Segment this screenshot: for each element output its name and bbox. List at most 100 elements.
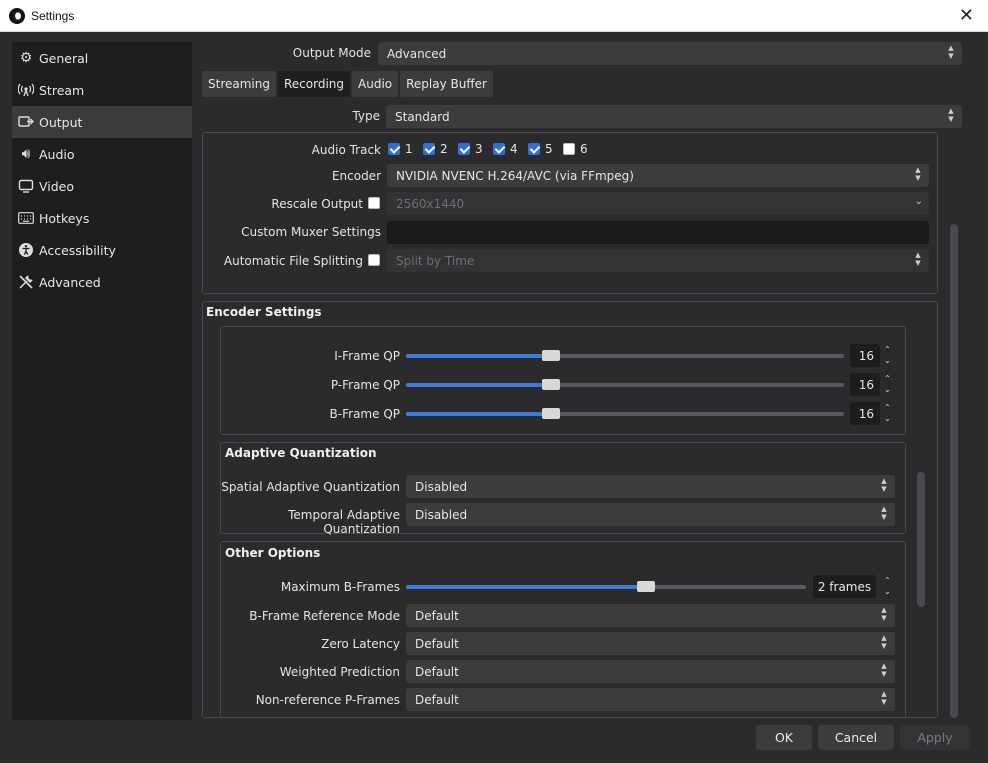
updown-arrows-icon: ▲ ▼ [881,662,887,678]
window-title: Settings [31,8,75,23]
spin-arrows-icon[interactable]: ⌃ ⌄ [881,575,894,598]
output-tabs: Streaming Recording Audio Replay Buffer [202,71,493,97]
tab-recording[interactable]: Recording [277,71,351,97]
file-splitting-value: Split by Time [396,253,475,268]
custom-muxer-label: Custom Muxer Settings [241,225,381,239]
slider-fill [406,354,551,358]
encoder-settings-scrollbar[interactable] [917,472,925,607]
slider-fill [406,383,551,387]
zero-latency-label: Zero Latency [321,637,400,651]
close-icon[interactable]: ✕ [959,5,974,26]
rescale-output-checkbox[interactable] [368,197,380,209]
tab-replay-buffer[interactable]: Replay Buffer [400,71,493,97]
updown-arrows-icon: ▲ ▼ [881,505,887,521]
sidebar: ⚙ General Stream Output 🔊︎ Audio Video H… [12,42,192,720]
audio-track-3-checkbox[interactable] [458,143,470,155]
slider-thumb[interactable] [541,379,560,390]
custom-muxer-input[interactable] [387,221,929,244]
sidebar-item-stream[interactable]: Stream [12,74,192,106]
output-mode-value: Advanced [387,46,447,61]
tab-audio[interactable]: Audio [352,71,399,97]
audio-track-label: Audio Track [311,143,381,157]
updown-arrows-icon: ▲ ▼ [881,477,887,493]
sidebar-item-audio[interactable]: 🔊︎ Audio [12,138,192,170]
updown-arrows-icon: ▲ ▼ [915,166,921,182]
temporal-aq-label: Temporal Adaptive Quantization [288,508,400,536]
i-frame-qp-spinbox[interactable]: 16 [850,344,880,367]
sidebar-item-label: Audio [39,146,75,162]
audio-track-4-checkbox[interactable] [493,143,505,155]
audio-track-2-label: 2 [440,142,448,156]
temporal-aq-select[interactable]: Disabled ▲ ▼ [406,503,895,526]
spin-arrows-icon[interactable]: ⌃ ⌄ [881,373,894,396]
updown-arrows-icon: ▲ ▼ [915,251,921,267]
file-splitting-label: Automatic File Splitting [223,254,363,268]
p-frame-qp-slider[interactable] [406,379,844,390]
output-panel-scrollbar[interactable] [950,224,958,718]
ok-button[interactable]: OK [756,725,812,750]
sidebar-item-advanced[interactable]: Advanced [12,266,192,298]
max-bframes-label: Maximum B-Frames [280,580,400,594]
updown-arrows-icon: ▲ ▼ [881,690,887,706]
cancel-button[interactable]: Cancel [818,725,894,750]
temporal-aq-value: Disabled [415,507,468,522]
audio-track-2-checkbox[interactable] [423,143,435,155]
file-splitting-checkbox[interactable] [368,254,380,266]
audio-track-6-label: 6 [580,142,588,156]
output-icon [18,114,34,130]
output-settings-panel: Output Mode Advanced ▲ ▼ Streaming Record… [200,32,980,732]
sidebar-item-general[interactable]: ⚙ General [12,42,192,74]
weighted-prediction-value: Default [415,664,459,679]
b-frame-qp-spinbox[interactable]: 16 [850,402,880,425]
zero-latency-select[interactable]: Default ▲ ▼ [406,632,895,655]
b-frame-qp-slider[interactable] [406,408,844,419]
slider-thumb[interactable] [637,581,655,592]
rescale-resolution-select[interactable]: 2560x1440 ⌄ [387,192,929,215]
audio-track-1-checkbox[interactable] [388,143,400,155]
audio-track-4-label: 4 [510,142,518,156]
encoder-select[interactable]: NVIDIA NVENC H.264/AVC (via FFmpeg) ▲ ▼ [387,164,929,187]
updown-arrows-icon: ▲ ▼ [881,634,887,650]
tab-streaming[interactable]: Streaming [202,71,276,97]
accessibility-icon [18,242,34,258]
file-splitting-select[interactable]: Split by Time ▲ ▼ [387,249,929,272]
updown-arrows-icon: ▲ ▼ [881,606,887,622]
audio-track-5-checkbox[interactable] [528,143,540,155]
audio-track-3-label: 3 [475,142,483,156]
weighted-prediction-select[interactable]: Default ▲ ▼ [406,660,895,683]
max-bframes-slider[interactable] [406,581,806,592]
apply-button[interactable]: Apply [900,725,970,750]
encoder-label: Encoder [331,169,381,183]
b-frame-qp-label: B-Frame QP [329,407,400,421]
encoder-value: NVIDIA NVENC H.264/AVC (via FFmpeg) [396,168,634,183]
audio-track-6-checkbox[interactable] [563,143,575,155]
spatial-aq-label: Spatial Adaptive Quantization [221,480,400,494]
sidebar-item-label: Accessibility [39,242,116,258]
encoder-settings-title: Encoder Settings [206,305,322,319]
sidebar-item-label: Hotkeys [39,210,90,226]
nonref-pframes-select[interactable]: Default ▲ ▼ [406,688,895,711]
spin-arrows-icon[interactable]: ⌃ ⌄ [881,402,894,425]
i-frame-qp-slider[interactable] [406,350,844,361]
output-mode-select[interactable]: Advanced ▲ ▼ [378,42,962,65]
sidebar-item-accessibility[interactable]: Accessibility [12,234,192,266]
sidebar-item-hotkeys[interactable]: Hotkeys [12,202,192,234]
slider-fill [406,412,551,416]
sidebar-item-video[interactable]: Video [12,170,192,202]
spin-arrows-icon[interactable]: ⌃ ⌄ [881,344,894,367]
i-frame-qp-label: I-Frame QP [334,349,400,363]
weighted-prediction-label: Weighted Prediction [279,665,400,679]
spatial-aq-select[interactable]: Disabled ▲ ▼ [406,475,895,498]
monitor-icon [18,178,34,194]
bframe-ref-mode-select[interactable]: Default ▲ ▼ [406,604,895,627]
type-label: Type [352,109,380,123]
recording-type-select[interactable]: Standard ▲ ▼ [386,105,962,128]
slider-thumb[interactable] [541,408,560,419]
sidebar-item-label: General [39,50,89,66]
sidebar-item-output[interactable]: Output [12,106,192,138]
sidebar-item-label: Advanced [39,274,101,290]
p-frame-qp-spinbox[interactable]: 16 [850,373,880,396]
max-bframes-spinbox[interactable]: 2 frames [813,575,876,598]
slider-thumb[interactable] [541,350,560,361]
chevron-down-icon: ⌄ [914,196,923,207]
